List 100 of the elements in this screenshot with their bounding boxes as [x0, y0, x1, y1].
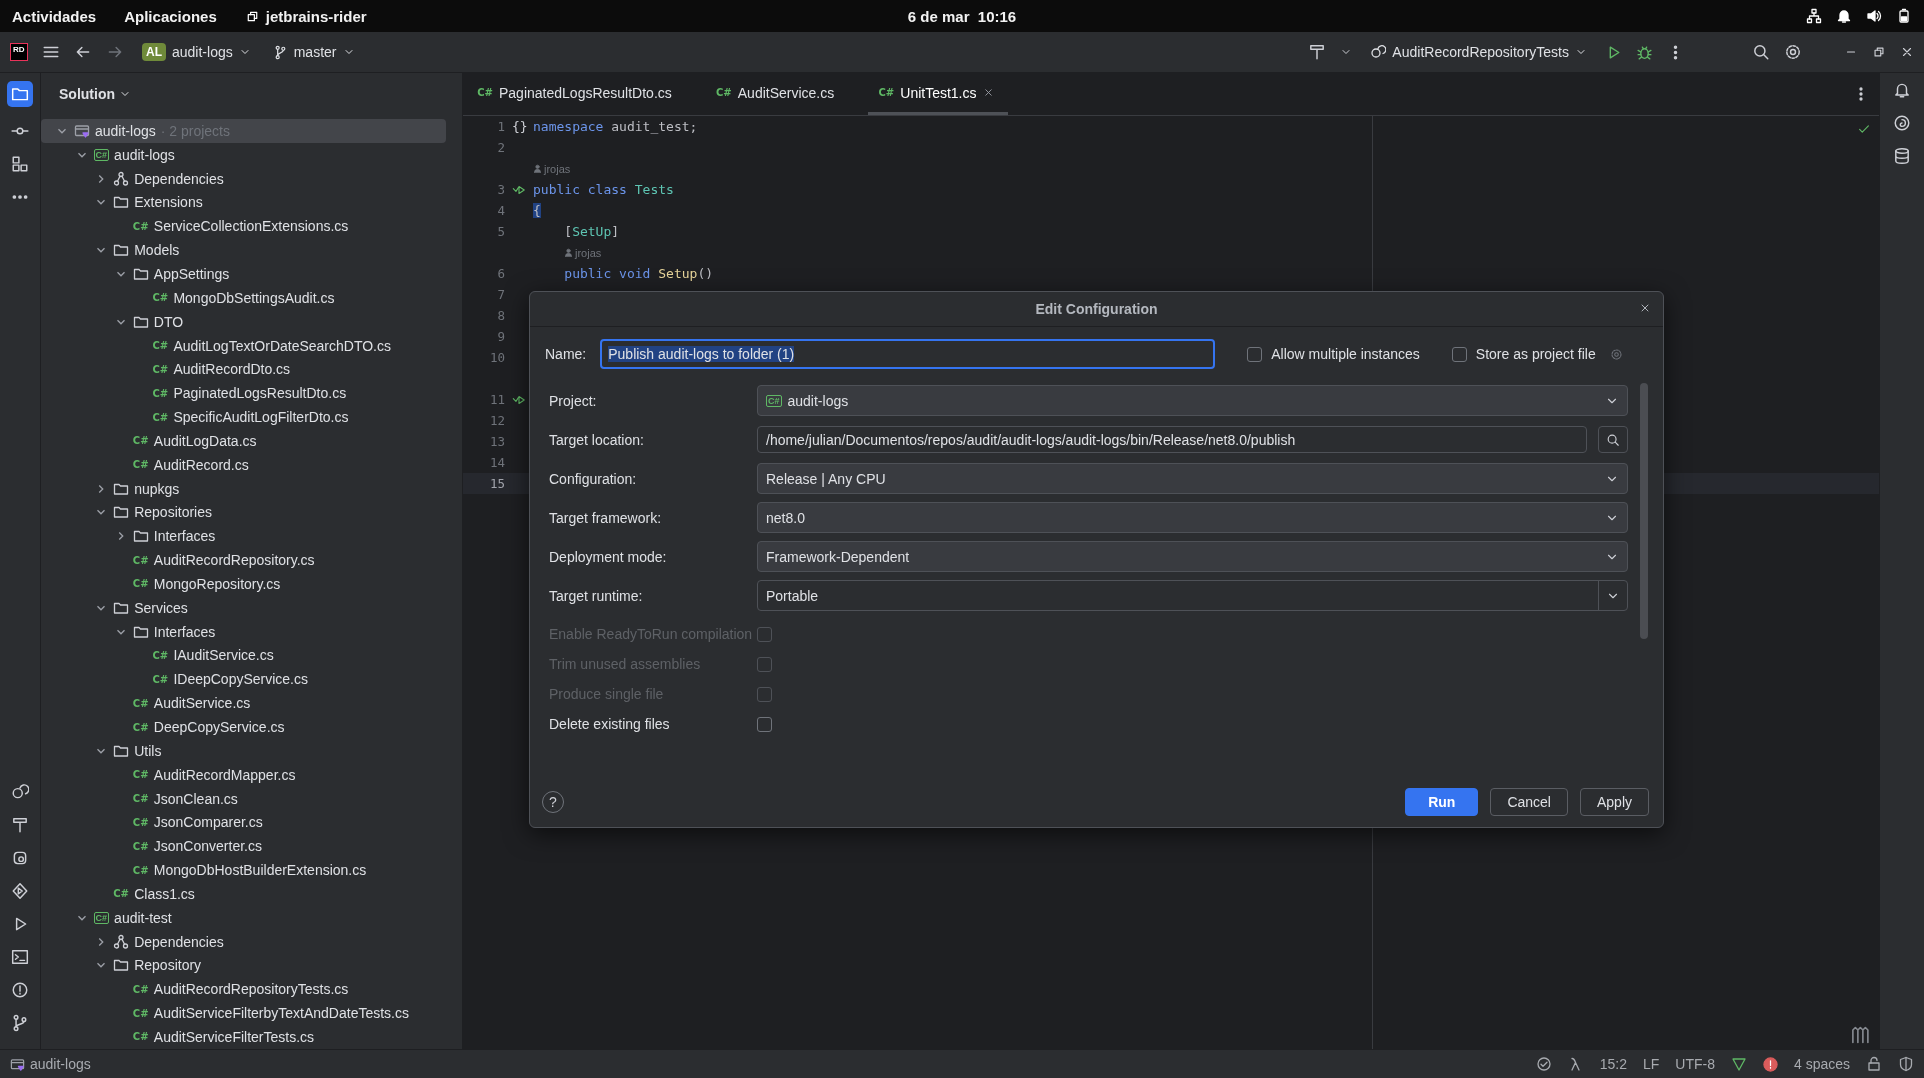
terminal-icon[interactable]	[11, 948, 29, 966]
tree-item[interactable]: AppSettings	[41, 262, 446, 286]
run-configuration-selector[interactable]: AuditRecordRepositoryTests	[1366, 42, 1591, 62]
restore-icon[interactable]	[1872, 45, 1886, 59]
tree-item[interactable]: C# AuditRecordRepository.cs	[41, 548, 446, 573]
tree-item[interactable]: Interfaces	[41, 619, 446, 644]
tree-item[interactable]: C# AuditRecordMapper.cs	[41, 762, 446, 787]
tree-item[interactable]: C# IAuditService.cs	[41, 643, 446, 668]
tree-item[interactable]: Utils	[41, 738, 446, 763]
combo-field[interactable]: Portable	[757, 580, 1628, 611]
ai-assistant-icon[interactable]	[1893, 114, 1911, 132]
settings-icon[interactable]	[1784, 43, 1802, 61]
tree-item[interactable]: C# DeepCopyService.cs	[41, 715, 446, 739]
name-field[interactable]: Publish audit-logs to folder (1)	[600, 339, 1216, 369]
tree-item[interactable]: C# MongoDbHostBuilderExtension.cs	[41, 858, 446, 882]
dialog-button[interactable]: Cancel	[1490, 788, 1568, 816]
debug-icon[interactable]	[1636, 43, 1653, 61]
shield-icon[interactable]	[1898, 1056, 1914, 1072]
tree-item[interactable]: C# AuditRecord.cs	[41, 452, 446, 477]
tree-item[interactable]: C# JsonComparer.cs	[41, 810, 446, 835]
editor-tab[interactable]: C# AuditService.cs	[715, 73, 849, 115]
tree-item[interactable]: C# AuditServiceFilterTests.cs	[41, 1025, 446, 1049]
services-icon[interactable]	[11, 783, 29, 801]
database-icon[interactable]	[1893, 147, 1911, 165]
tree-item[interactable]: Dependencies	[41, 929, 446, 954]
browse-button[interactable]	[1598, 426, 1628, 453]
triangle-icon[interactable]	[1730, 1056, 1747, 1072]
tree-item[interactable]: C# JsonConverter.cs	[41, 834, 446, 859]
git-icon[interactable]	[11, 1014, 29, 1032]
tree-item[interactable]: C# audit-test	[41, 905, 446, 930]
tree-item[interactable]: Interfaces	[41, 524, 446, 549]
solution-view-selector[interactable]: Solution	[53, 85, 137, 103]
reader-mode-icon[interactable]	[1851, 1025, 1871, 1045]
branch-selector[interactable]: master	[268, 42, 359, 62]
tree-item[interactable]: Services	[41, 595, 446, 620]
structure-icon[interactable]	[11, 155, 29, 173]
tree-item[interactable]: C# AuditLogData.cs	[41, 428, 446, 453]
problems-icon[interactable]	[11, 981, 29, 999]
debug-icon[interactable]	[11, 849, 29, 867]
tree-item[interactable]: Repository	[41, 953, 446, 978]
dropdown[interactable]: C# audit-logs	[757, 385, 1628, 416]
battery-icon[interactable]	[1896, 8, 1912, 24]
dropdown[interactable]: net8.0	[757, 502, 1628, 533]
tree-item[interactable]: C# JsonClean.cs	[41, 786, 446, 811]
tree-item[interactable]: C# Class1.cs	[41, 882, 446, 906]
scrollbar[interactable]	[1640, 383, 1648, 639]
network-icon[interactable]	[1806, 8, 1822, 24]
hammer-icon[interactable]	[1308, 43, 1327, 61]
tree-item[interactable]: C# SpecificAuditLogFilterDto.cs	[41, 405, 446, 429]
check-icon[interactable]	[1535, 1056, 1552, 1072]
tree-item[interactable]: C# ServiceCollectionExtensions.cs	[41, 214, 446, 239]
tree-item[interactable]: Dependencies	[41, 166, 446, 191]
tree-item[interactable]: DTO	[41, 309, 446, 334]
applications-menu[interactable]: Aplicaciones	[124, 7, 217, 25]
indent-setting[interactable]: 4 spaces	[1793, 1056, 1850, 1072]
run-icon[interactable]	[11, 882, 29, 900]
notifications-icon[interactable]	[1893, 81, 1911, 99]
editor-tab[interactable]: C# UnitTest1.cs	[868, 73, 1008, 115]
notification-icon[interactable]	[1836, 8, 1852, 24]
folder-icon[interactable]	[11, 85, 29, 103]
close-icon[interactable]	[1900, 45, 1914, 59]
app-name[interactable]: jetbrains-rider	[265, 7, 367, 25]
clock[interactable]: 6 de mar 10:16	[907, 7, 1017, 25]
volume-icon[interactable]	[1866, 8, 1882, 24]
tree-item[interactable]: C# AuditRecordDto.cs	[41, 357, 446, 382]
project-selector[interactable]: AL audit-logs	[138, 41, 255, 63]
checkbox[interactable]: Store as project file	[1451, 346, 1596, 362]
hammer-icon[interactable]	[11, 816, 29, 834]
tree-item[interactable]: C# audit-logs	[41, 142, 446, 167]
file-encoding[interactable]: UTF-8	[1675, 1056, 1715, 1072]
author-hint[interactable]: jrojas	[533, 162, 571, 175]
search-icon[interactable]	[1752, 43, 1770, 61]
tree-item[interactable]: C# AuditLogTextOrDateSearchDTO.cs	[41, 333, 446, 358]
error-icon[interactable]	[1762, 1056, 1778, 1072]
tree-item[interactable]: Models	[41, 238, 446, 263]
tree-item[interactable]: Repositories	[41, 500, 446, 525]
tree-item[interactable]: nupkgs	[41, 476, 446, 501]
editor-tab[interactable]: C# PaginatedLogsResultDto.cs	[477, 73, 686, 115]
tree-item[interactable]: C# MongoRepository.cs	[41, 572, 446, 596]
tree-item[interactable]: C# AuditRecordRepositoryTests.cs	[41, 977, 446, 1002]
caret-position[interactable]: 15:2	[1599, 1056, 1627, 1072]
checkbox[interactable]	[757, 716, 772, 732]
close-icon[interactable]	[1639, 302, 1651, 314]
tree-item[interactable]: Extensions	[41, 190, 446, 215]
tree-item[interactable]: C# MongoDbSettingsAudit.cs	[41, 285, 446, 310]
tree-item[interactable]: C# AuditService.cs	[41, 691, 446, 716]
activities-button[interactable]: Actividades	[12, 7, 97, 25]
close-icon[interactable]	[982, 87, 994, 98]
checkbox[interactable]: Allow multiple instances	[1247, 346, 1420, 362]
project-breadcrumb[interactable]: audit-logs	[10, 1056, 91, 1072]
tree-item[interactable]: C# PaginatedLogsResultDto.cs	[41, 381, 446, 406]
tree-item[interactable]: C# IDeepCopyService.cs	[41, 667, 446, 692]
dialog-button[interactable]: Apply	[1579, 788, 1649, 816]
lock-icon[interactable]	[1866, 1056, 1882, 1072]
dropdown[interactable]: Framework-Dependent	[757, 541, 1628, 572]
dropdown[interactable]: Release | Any CPU	[757, 463, 1628, 494]
line-ending[interactable]: LF	[1642, 1056, 1660, 1072]
tree-item[interactable]: C# AuditServiceFilterbyTextAndDateTests.cs	[41, 1001, 446, 1026]
path-field[interactable]: /home/julian/Documentos/repos/audit/audit-logs/audit-logs/bin/Release/net8.0/publish	[757, 426, 1587, 453]
author-hint[interactable]: jrojas	[564, 246, 602, 259]
